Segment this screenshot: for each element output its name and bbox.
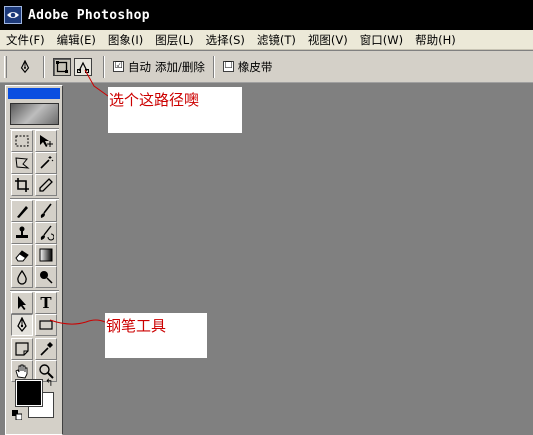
path-hint-text: 选个这路径噢 (109, 91, 200, 109)
menu-image[interactable]: 图象(I) (108, 32, 143, 48)
history-brush-tool[interactable] (35, 222, 57, 244)
blur-drop-icon (17, 269, 27, 285)
default-colors-icon[interactable] (12, 410, 22, 420)
rubber-band-checkbox[interactable]: ☐ (222, 61, 234, 72)
eraser-icon (15, 250, 29, 262)
magic-wand-tool[interactable] (35, 152, 57, 174)
pen-tool[interactable] (11, 314, 33, 336)
rubber-band-label: 橡皮带 (237, 59, 273, 74)
menu-file[interactable]: 文件(F) (6, 32, 45, 48)
add-delete-label: 添加/删除 (155, 59, 205, 74)
slice-tool[interactable] (35, 174, 57, 196)
move-icon (40, 135, 53, 147)
eyedropper-icon (40, 342, 53, 356)
lasso-tool[interactable] (11, 152, 33, 174)
rectangle-icon (39, 320, 53, 330)
menu-help[interactable]: 帮助(H) (415, 32, 456, 48)
menu-select[interactable]: 选择(S) (206, 32, 245, 48)
options-separator (103, 55, 105, 78)
type-tool[interactable]: T (35, 292, 57, 314)
history-brush-icon (40, 225, 54, 241)
toolbox-title-bar[interactable] (8, 88, 60, 99)
window-title: Adobe Photoshop (28, 7, 150, 23)
move-tool[interactable] (35, 130, 57, 152)
pen-hint-text: 钢笔工具 (106, 317, 167, 335)
arrow-icon (18, 296, 26, 310)
eraser-tool[interactable] (11, 244, 33, 266)
dodge-tool[interactable] (35, 266, 57, 288)
marquee-tool[interactable] (11, 130, 33, 152)
photoshop-eye-icon (4, 6, 22, 24)
path-mode-annotation: 选个这路径噢 (108, 87, 242, 133)
dodge-icon (40, 271, 53, 284)
notes-icon (15, 342, 29, 356)
menu-layer[interactable]: 图层(L) (155, 32, 193, 48)
slice-icon (39, 178, 53, 192)
brush-tool[interactable] (35, 200, 57, 222)
crop-icon (15, 178, 29, 192)
magic-wand-icon (40, 156, 54, 169)
options-bar: ☑ 自动 添加/删除 ☐ 橡皮带 (0, 51, 533, 83)
pen-tool-preset-icon[interactable] (15, 57, 35, 77)
brush-icon (40, 203, 52, 218)
gradient-tool[interactable] (35, 244, 57, 266)
blur-tool[interactable] (11, 266, 33, 288)
magnifier-icon (39, 364, 54, 379)
healing-brush-tool[interactable] (11, 200, 33, 222)
options-separator (212, 55, 215, 78)
marquee-icon (15, 135, 29, 147)
title-bar: Adobe Photoshop (0, 0, 533, 30)
menu-view[interactable]: 视图(V) (308, 32, 348, 48)
auto-label: 自动 (128, 59, 151, 74)
crop-tool[interactable] (11, 174, 33, 196)
healing-brush-icon (17, 206, 28, 218)
toolbox-logo[interactable] (10, 103, 59, 125)
shape-layers-mode-button[interactable] (53, 57, 71, 76)
menu-window[interactable]: 窗口(W) (360, 32, 403, 48)
gradient-icon (39, 248, 53, 262)
swap-colors-icon[interactable]: ↰ (45, 378, 53, 389)
rectangle-shape-tool[interactable] (35, 314, 57, 336)
hand-tool[interactable] (11, 360, 33, 382)
clone-stamp-tool[interactable] (11, 222, 33, 244)
foreground-color-swatch[interactable] (15, 379, 43, 407)
lasso-icon (15, 157, 30, 169)
notes-tool[interactable] (11, 338, 33, 360)
menu-filter[interactable]: 滤镜(T) (257, 32, 296, 48)
menu-edit[interactable]: 编辑(E) (57, 32, 96, 48)
menu-bar: 文件(F) 编辑(E) 图象(I) 图层(L) 选择(S) 滤镜(T) 视图(V… (0, 30, 533, 50)
options-separator (43, 55, 45, 78)
hand-icon (15, 364, 28, 379)
auto-add-delete-checkbox[interactable]: ☑ (113, 61, 124, 72)
clone-stamp-icon (16, 226, 28, 238)
path-selection-tool[interactable] (11, 292, 33, 314)
toolbox: T ↰ (5, 85, 63, 435)
paths-mode-button[interactable] (74, 57, 92, 76)
pen-tool-annotation: 钢笔工具 (105, 313, 207, 358)
type-tool-glyph: T (40, 294, 52, 312)
options-bar-grip[interactable] (4, 55, 7, 78)
pen-icon (17, 317, 27, 333)
eyedropper-tool[interactable] (35, 338, 57, 360)
